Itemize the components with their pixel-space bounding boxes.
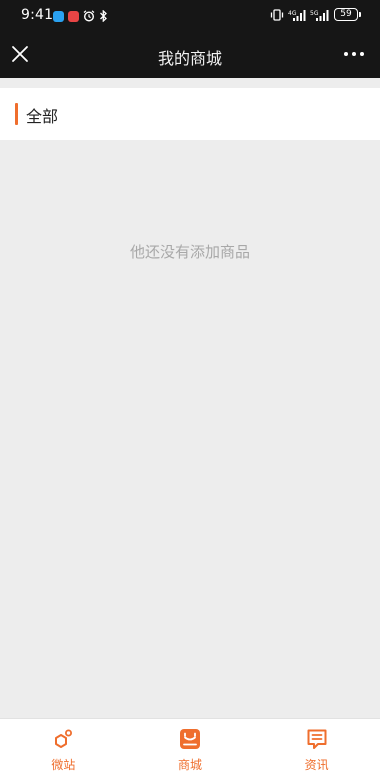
app-notification-icon	[68, 10, 79, 22]
svg-text:5G: 5G	[310, 10, 319, 17]
nav-item-microsite[interactable]: 微站	[0, 719, 127, 776]
nav-label: 资讯	[304, 758, 329, 772]
status-bar: 9:41 4G 5G 59	[0, 0, 380, 32]
shop-icon	[180, 729, 200, 749]
category-label: 全部	[26, 107, 59, 126]
bottom-nav: 微站 商城 资讯	[0, 718, 380, 776]
status-right-icons: 4G 5G 59	[270, 8, 361, 21]
empty-state-message: 他还没有添加商品	[129, 243, 250, 261]
alarm-icon	[83, 10, 95, 22]
nav-item-shop[interactable]: 商城	[127, 719, 254, 776]
notification-icons	[53, 10, 108, 22]
status-time: 9:41	[21, 7, 54, 23]
news-icon	[307, 729, 327, 749]
nav-label: 商城	[178, 758, 203, 772]
screen: 9:41 4G 5G 59 我的商城 全部 他还没有添加商品 微站 商城 资讯	[0, 0, 380, 776]
svg-text:4G: 4G	[288, 10, 297, 17]
nav-item-news[interactable]: 资讯	[253, 719, 380, 776]
signal-5g-icon: 5G	[310, 9, 329, 21]
more-options-icon[interactable]	[342, 44, 366, 64]
microsite-icon	[55, 729, 73, 748]
app-notification-icon	[53, 10, 64, 22]
nav-label: 微站	[51, 758, 76, 772]
bluetooth-icon	[100, 10, 107, 22]
page-title: 我的商城	[157, 49, 222, 68]
signal-4g-icon: 4G	[288, 9, 306, 21]
category-header[interactable]: 全部	[0, 88, 380, 140]
vibrate-icon	[270, 8, 284, 21]
category-accent-bar	[15, 103, 18, 125]
title-bar: 我的商城	[0, 32, 380, 78]
battery-icon: 59	[334, 8, 361, 21]
